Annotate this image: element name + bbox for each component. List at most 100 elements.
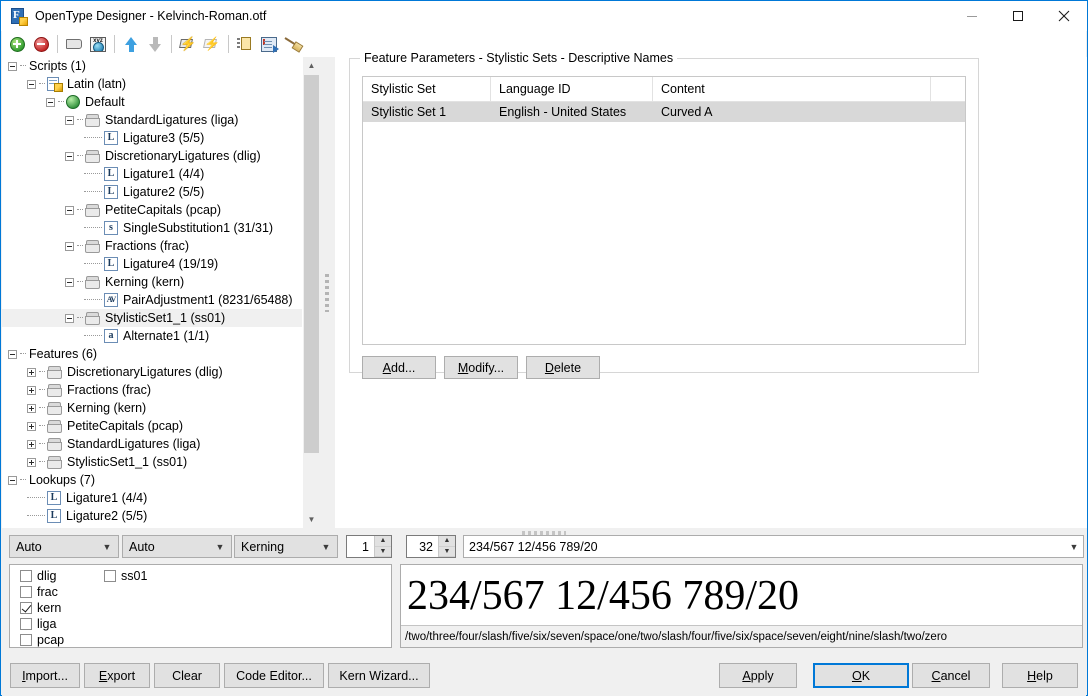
feature-check-item[interactable]: kern bbox=[20, 600, 64, 616]
collapse-icon[interactable] bbox=[65, 278, 74, 287]
feature-combo[interactable]: Kerning ▼ bbox=[234, 535, 338, 558]
tree-item[interactable]: Fractions (frac) bbox=[2, 237, 319, 255]
column-header-content[interactable]: Content bbox=[653, 77, 931, 101]
tree-item[interactable]: StandardLigatures (liga) bbox=[2, 435, 319, 453]
cancel-button[interactable]: Cancel bbox=[912, 663, 990, 688]
size-spinner-buttons[interactable]: ▲ ▼ bbox=[438, 536, 455, 557]
tree-item[interactable]: LLigature4 (19/19) bbox=[2, 255, 319, 273]
clean-button[interactable] bbox=[282, 33, 304, 55]
spinner-down-icon[interactable]: ▼ bbox=[439, 547, 455, 558]
tree-item[interactable]: Kerning (kern) bbox=[2, 399, 319, 417]
feature-check-item[interactable]: frac bbox=[20, 584, 64, 600]
collapse-icon[interactable] bbox=[8, 350, 17, 359]
ok-button[interactable]: OK bbox=[813, 663, 909, 688]
minimize-button[interactable] bbox=[949, 1, 995, 31]
language-combo[interactable]: Auto ▼ bbox=[122, 535, 232, 558]
move-up-button[interactable] bbox=[120, 33, 142, 55]
expand-icon[interactable] bbox=[27, 458, 36, 467]
copy-button[interactable] bbox=[234, 33, 256, 55]
help-button[interactable]: Help bbox=[1002, 663, 1078, 688]
index-spinner-buttons[interactable]: ▲ ▼ bbox=[374, 536, 391, 557]
apply-button[interactable]: Apply bbox=[719, 663, 797, 688]
tree-item[interactable]: LLigature1 (4/4) bbox=[2, 489, 319, 507]
scroll-up-icon[interactable]: ▲ bbox=[303, 57, 319, 74]
move-down-button[interactable] bbox=[144, 33, 166, 55]
feature-tree[interactable]: Scripts (1)Latin (latn)DefaultStandardLi… bbox=[2, 57, 319, 528]
checkbox-ss01[interactable] bbox=[104, 570, 116, 582]
table-row[interactable]: Stylistic Set 1 English - United States … bbox=[363, 102, 965, 122]
tree-item[interactable]: Lookups (7) bbox=[2, 471, 319, 489]
code-editor-button[interactable]: Code Editor... bbox=[224, 663, 324, 688]
sample-text-value[interactable]: 234/567 12/456 789/20 bbox=[464, 540, 1065, 554]
size-spinner-value[interactable]: 32 bbox=[407, 540, 438, 554]
tree-item[interactable]: DiscretionaryLigatures (dlig) bbox=[2, 147, 319, 165]
checkbox-dlig[interactable] bbox=[20, 570, 32, 582]
tree-item[interactable]: DiscretionaryLigatures (dlig) bbox=[2, 363, 319, 381]
delete-parameter-button[interactable]: Delete bbox=[526, 356, 600, 379]
tree-item[interactable]: Kerning (kern) bbox=[2, 273, 319, 291]
expand-icon[interactable] bbox=[27, 368, 36, 377]
spinner-up-icon[interactable]: ▲ bbox=[439, 536, 455, 547]
kern-wizard-button[interactable]: Kern Wizard... bbox=[328, 663, 430, 688]
compile-button[interactable]: ⚡ bbox=[177, 33, 199, 55]
import-button[interactable]: Import... bbox=[10, 663, 80, 688]
collapse-icon[interactable] bbox=[46, 98, 55, 107]
tree-item[interactable]: StylisticSet1_1 (ss01) bbox=[2, 453, 319, 471]
collapse-icon[interactable] bbox=[27, 80, 36, 89]
index-spinner[interactable]: 1 ▲ ▼ bbox=[346, 535, 392, 558]
tree-item[interactable]: StandardLigatures (liga) bbox=[2, 111, 319, 129]
collapse-icon[interactable] bbox=[65, 242, 74, 251]
column-header-language-id[interactable]: Language ID bbox=[491, 77, 653, 101]
close-button[interactable] bbox=[1041, 1, 1087, 31]
glyph-preview-panel[interactable]: 234/567 12/456 789/20 /two/three/four/sl… bbox=[400, 564, 1083, 648]
tree-item[interactable]: Scripts (1) bbox=[2, 57, 319, 75]
tree-item[interactable]: PetiteCapitals (pcap) bbox=[2, 201, 319, 219]
checkbox-liga[interactable] bbox=[20, 618, 32, 630]
feature-checkbox-list[interactable]: dligfrackernligapcap ss01 bbox=[9, 564, 392, 648]
tree-item[interactable]: Fractions (frac) bbox=[2, 381, 319, 399]
stylistic-sets-table[interactable]: Stylistic Set Language ID Content Stylis… bbox=[362, 76, 966, 345]
feature-check-item[interactable]: dlig bbox=[20, 568, 64, 584]
tree-item[interactable]: LLigature2 (5/5) bbox=[2, 507, 319, 525]
sample-text-combo[interactable]: 234/567 12/456 789/20 ▼ bbox=[463, 535, 1084, 558]
tree-item[interactable]: AVPairAdjustment1 (8231/65488) bbox=[2, 291, 319, 309]
tree-item[interactable]: StylisticSet1_1 (ss01) bbox=[2, 309, 319, 327]
checkbox-kern[interactable] bbox=[20, 602, 32, 614]
scroll-thumb[interactable] bbox=[304, 75, 319, 453]
rename-tag-button[interactable] bbox=[63, 33, 85, 55]
collapse-icon[interactable] bbox=[8, 476, 17, 485]
collapse-icon[interactable] bbox=[65, 314, 74, 323]
collapse-icon[interactable] bbox=[65, 206, 74, 215]
collapse-icon[interactable] bbox=[65, 116, 74, 125]
vertical-splitter[interactable] bbox=[319, 57, 335, 528]
decompile-button[interactable]: ⚡ bbox=[201, 33, 223, 55]
collapse-icon[interactable] bbox=[65, 152, 74, 161]
add-parameter-button[interactable]: Add... bbox=[362, 356, 436, 379]
feature-check-item[interactable]: pcap bbox=[20, 632, 64, 648]
expand-icon[interactable] bbox=[27, 404, 36, 413]
chevron-down-icon[interactable]: ▼ bbox=[1065, 542, 1083, 552]
language-system-button[interactable]: xyz bbox=[87, 33, 109, 55]
tree-item[interactable]: Features (6) bbox=[2, 345, 319, 363]
clear-button[interactable]: Clear bbox=[154, 663, 220, 688]
tree-item[interactable]: Default bbox=[2, 93, 319, 111]
tree-item[interactable]: Latin (latn) bbox=[2, 75, 319, 93]
tree-item[interactable]: LLigature1 (4/4) bbox=[2, 165, 319, 183]
spinner-up-icon[interactable]: ▲ bbox=[375, 536, 391, 547]
feature-check-item[interactable]: liga bbox=[20, 616, 64, 632]
tree-item[interactable]: LLigature2 (5/5) bbox=[2, 183, 319, 201]
spinner-down-icon[interactable]: ▼ bbox=[375, 547, 391, 558]
checkbox-pcap[interactable] bbox=[20, 634, 32, 646]
tree-vertical-scrollbar[interactable]: ▲ ▼ bbox=[302, 57, 319, 528]
paste-button[interactable] bbox=[258, 33, 280, 55]
checkbox-frac[interactable] bbox=[20, 586, 32, 598]
tree-item[interactable]: LLigature3 (5/5) bbox=[2, 129, 319, 147]
expand-icon[interactable] bbox=[27, 422, 36, 431]
index-spinner-value[interactable]: 1 bbox=[347, 540, 374, 554]
expand-icon[interactable] bbox=[27, 440, 36, 449]
script-combo[interactable]: Auto ▼ bbox=[9, 535, 119, 558]
size-spinner[interactable]: 32 ▲ ▼ bbox=[406, 535, 456, 558]
expand-icon[interactable] bbox=[27, 386, 36, 395]
remove-button[interactable] bbox=[30, 33, 52, 55]
tree-item[interactable]: PetiteCapitals (pcap) bbox=[2, 417, 319, 435]
